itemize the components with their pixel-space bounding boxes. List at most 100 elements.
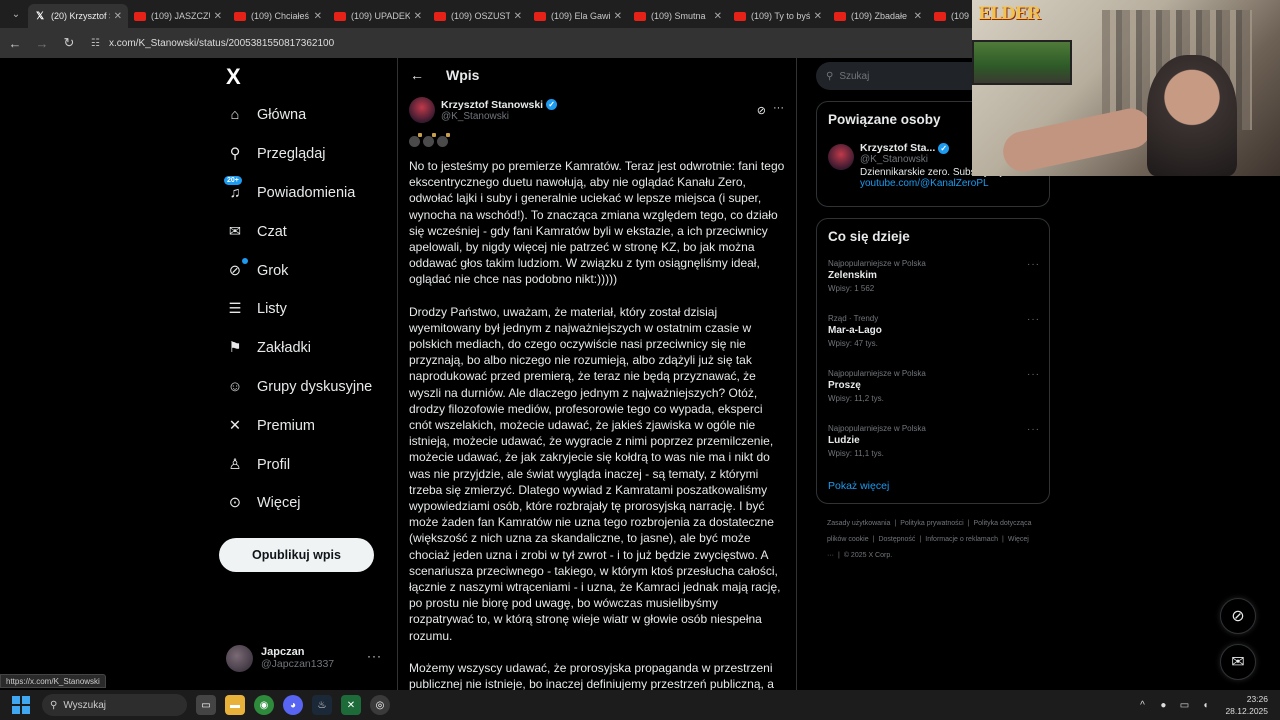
- obs-icon[interactable]: ◎: [370, 695, 390, 715]
- footer-separator: |: [838, 552, 840, 559]
- nav-item-9[interactable]: ♙ Profil: [218, 445, 388, 484]
- status-url-tooltip: https://x.com/K_Stanowski: [0, 674, 106, 688]
- browser-tab[interactable]: (109) UPADEK ✕: [328, 4, 428, 28]
- back-icon[interactable]: ←: [3, 31, 27, 55]
- browser-tab[interactable]: (109) JASZCZU ✕: [128, 4, 228, 28]
- footer-link[interactable]: Polityka prywatności: [900, 520, 963, 527]
- nav-item-label: Grok: [257, 262, 289, 279]
- footer-link[interactable]: Informacje o reklamach: [925, 536, 998, 543]
- channel-logo: ELDER: [978, 4, 1041, 24]
- close-tab-icon[interactable]: ✕: [214, 11, 222, 22]
- related-avatar[interactable]: [828, 144, 854, 170]
- account-more-icon[interactable]: ···: [367, 649, 382, 663]
- author-handle[interactable]: @K_Stanowski: [441, 111, 557, 122]
- file-explorer-icon[interactable]: ▬: [225, 695, 245, 715]
- trend-name: Zelenskim: [828, 270, 877, 281]
- related-name[interactable]: Krzysztof Sta...: [860, 142, 935, 154]
- trend-name: Mar-a-Lago: [828, 325, 882, 336]
- bomb-emoji-icon: [437, 132, 450, 147]
- browser-tab[interactable]: (109) Ela Gawi ✕: [528, 4, 628, 28]
- footer-link[interactable]: Dostępność: [878, 536, 915, 543]
- trend-item[interactable]: Najpopularniejsze w Polska Zelenskim Wpisy…: [828, 259, 1040, 293]
- trend-more-icon[interactable]: ···: [1027, 424, 1040, 435]
- close-tab-icon[interactable]: ✕: [614, 11, 622, 22]
- display-icon[interactable]: ▭: [1177, 698, 1191, 712]
- person-icon: ♙: [228, 456, 242, 473]
- grok-icon: ⊘: [228, 262, 242, 279]
- close-tab-icon[interactable]: ✕: [914, 11, 922, 22]
- trend-more-icon[interactable]: ···: [1027, 259, 1040, 270]
- webcam-overlay: [972, 0, 1280, 176]
- close-tab-icon[interactable]: ✕: [514, 11, 522, 22]
- publish-post-button[interactable]: Opublikuj wpis: [219, 538, 374, 572]
- excel-icon[interactable]: ✕: [341, 695, 361, 715]
- trend-more-icon[interactable]: ···: [1027, 314, 1040, 325]
- nav-item-2[interactable]: ♫ Powiadomienia 20+: [218, 174, 388, 213]
- footer-link[interactable]: © 2025 X Corp.: [844, 552, 892, 559]
- discord-icon[interactable]: ◕: [283, 695, 303, 715]
- browser-tab[interactable]: 𝕏 (20) Krzysztof S ✕: [28, 4, 128, 28]
- author-name[interactable]: Krzysztof Stanowski: [441, 99, 543, 111]
- volume-icon[interactable]: ◖: [1198, 698, 1212, 712]
- forward-icon[interactable]: →: [30, 31, 54, 55]
- close-tab-icon[interactable]: ✕: [314, 11, 322, 22]
- trend-context: Najpopularniejsze w Polska: [828, 259, 926, 268]
- trend-item[interactable]: Najpopularniejsze w Polska Proszę Wpisy: 1…: [828, 369, 1040, 403]
- x-favicon-icon: 𝕏: [35, 10, 45, 22]
- post-more-icon[interactable]: ···: [773, 102, 784, 114]
- nav-item-4[interactable]: ⊘ Grok: [218, 251, 388, 290]
- browser-tab[interactable]: (109) Smutna ✕: [628, 4, 728, 28]
- nav-item-10[interactable]: ⊙ Więcej: [218, 484, 388, 523]
- chevron-up-icon[interactable]: ^: [1135, 698, 1149, 712]
- browser-tab[interactable]: (109) Zbadałe ✕: [828, 4, 928, 28]
- grok-fab-icon[interactable]: ⊘: [1220, 598, 1256, 634]
- nav-item-7[interactable]: ☺ Grupy dyskusyjne: [218, 368, 388, 407]
- messages-fab-icon[interactable]: ✉: [1220, 644, 1256, 680]
- page-title: Wpis: [446, 67, 480, 83]
- close-tab-icon[interactable]: ✕: [114, 11, 122, 22]
- url-field[interactable]: ☷ x.com/K_Stanowski/status/2005381550817…: [87, 32, 987, 54]
- chrome-icon[interactable]: ◉: [254, 695, 274, 715]
- nav-item-0[interactable]: ⌂ Główna: [218, 96, 388, 135]
- reload-icon[interactable]: ↻: [57, 31, 81, 55]
- nav-item-6[interactable]: ⚑ Zakładki: [218, 329, 388, 368]
- nav-item-3[interactable]: ✉ Czat: [218, 212, 388, 251]
- clock[interactable]: 23:26 28.12.2025: [1225, 693, 1268, 717]
- close-tab-icon[interactable]: ✕: [814, 11, 822, 22]
- clock-date: 28.12.2025: [1225, 706, 1268, 716]
- youtube-favicon-icon: [334, 11, 346, 21]
- footer-separator: |: [894, 520, 897, 527]
- grok-icon[interactable]: ⊘: [757, 104, 766, 117]
- show-more-link[interactable]: Pokaż więcej: [828, 480, 889, 492]
- x-logo[interactable]: X: [226, 64, 248, 89]
- nav-item-8[interactable]: ✕ Premium: [218, 406, 388, 445]
- nav-item-5[interactable]: ☰ Listy: [218, 290, 388, 329]
- account-switcher[interactable]: Japczan @Japczan1337 ···: [226, 643, 386, 673]
- browser-tab[interactable]: (109) OSZUST ✕: [428, 4, 528, 28]
- close-tab-icon[interactable]: ✕: [414, 11, 422, 22]
- mail-icon: ✉: [228, 223, 242, 240]
- nav-item-1[interactable]: ⚲ Przeglądaj: [218, 135, 388, 174]
- author-avatar[interactable]: [409, 97, 435, 123]
- footer-link[interactable]: Zasady użytkowania: [827, 520, 890, 527]
- related-link[interactable]: youtube.com/@KanalZeroPL: [860, 178, 1048, 189]
- back-arrow-icon[interactable]: ←: [410, 67, 428, 83]
- windows-start-icon[interactable]: [12, 696, 30, 714]
- footer-separator: |: [1002, 536, 1004, 543]
- aquarium-image: [972, 40, 1072, 85]
- steam-icon[interactable]: ♨: [312, 695, 332, 715]
- tab-title: (109) UPADEK: [351, 11, 410, 21]
- task-view-icon[interactable]: ▭: [196, 695, 216, 715]
- trend-item[interactable]: Rząd · Trendy Mar-a-Lago Wpisy: 47 tys. ···: [828, 314, 1040, 348]
- tab-list-button[interactable]: ⌄: [4, 4, 28, 24]
- trend-more-icon[interactable]: ···: [1027, 369, 1040, 380]
- site-info-icon[interactable]: ☷: [91, 38, 103, 49]
- browser-tab[interactable]: (109) Ty to byś ✕: [728, 4, 828, 28]
- post-header: ← Wpis: [398, 58, 796, 92]
- tab-title: (109) Ela Gawi: [551, 11, 610, 21]
- microphone-icon[interactable]: ●: [1156, 698, 1170, 712]
- taskbar-search[interactable]: ⚲ Wyszukaj: [42, 694, 187, 716]
- trend-item[interactable]: Najpopularniejsze w Polska Ludzie Wpisy: 1…: [828, 424, 1040, 458]
- close-tab-icon[interactable]: ✕: [714, 11, 722, 22]
- browser-tab[interactable]: (109) Chciałeś ✕: [228, 4, 328, 28]
